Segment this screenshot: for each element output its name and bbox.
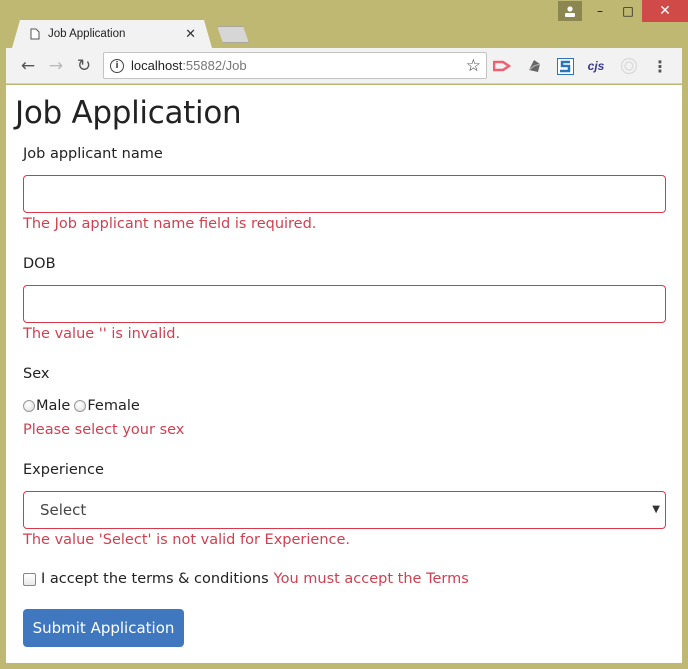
name-error: The Job applicant name field is required… xyxy=(23,216,317,232)
cjs-icon: cjs xyxy=(587,59,605,73)
close-window-button[interactable]: ✕ xyxy=(642,0,688,22)
extension-cjs[interactable]: cjs xyxy=(586,56,606,76)
dob-label: DOB xyxy=(23,256,56,272)
maximize-button[interactable]: □ xyxy=(614,0,642,22)
tab-close-icon[interactable]: ✕ xyxy=(185,27,196,42)
male-radio[interactable] xyxy=(23,400,35,412)
female-radio[interactable] xyxy=(74,400,87,412)
info-icon[interactable]: i xyxy=(110,58,124,73)
minimize-button[interactable]: – xyxy=(586,0,614,22)
bookmark-star-icon[interactable]: ☆ xyxy=(466,56,481,76)
person-icon xyxy=(565,5,575,17)
url-path: :55882/Job xyxy=(182,58,247,73)
s-logo-icon xyxy=(556,57,574,75)
dropdown-arrow-icon: ▼ xyxy=(652,504,660,515)
minimize-icon: – xyxy=(597,4,603,18)
sex-error: Please select your sex xyxy=(23,422,185,438)
sex-label: Sex xyxy=(23,366,50,382)
browser-tab[interactable]: Job Application ✕ xyxy=(12,20,212,48)
reload-icon: ↻ xyxy=(76,55,92,76)
extension-circle[interactable] xyxy=(619,56,639,76)
kebab-menu-icon: ⋮ xyxy=(652,56,668,76)
experience-select[interactable]: Select ▼ xyxy=(23,491,666,529)
dob-error: The value '' is invalid. xyxy=(23,326,181,342)
page-icon xyxy=(30,28,40,40)
page-title: Job Application xyxy=(15,95,242,131)
url-host: localhost xyxy=(131,58,183,73)
browser-toolbar: ← → ↻ i localhost:55882/Job ☆ cjs ⋮ xyxy=(6,48,682,84)
applicant-name-input[interactable] xyxy=(23,175,666,213)
terms-checkbox[interactable] xyxy=(23,572,36,586)
window-controls: – □ ✕ xyxy=(586,0,688,22)
tab-title: Job Application xyxy=(48,28,126,40)
profile-button[interactable] xyxy=(558,1,582,21)
terms-label[interactable]: I accept the terms & conditions xyxy=(41,571,269,587)
browser-menu-button[interactable]: ⋮ xyxy=(650,56,670,76)
forward-button[interactable]: → xyxy=(42,52,70,80)
female-label[interactable]: Female xyxy=(87,398,139,414)
close-icon: ✕ xyxy=(659,3,671,19)
extension-red-arrow[interactable] xyxy=(492,56,512,76)
page-content: Job Application Job applicant name The J… xyxy=(6,85,682,663)
reload-button[interactable]: ↻ xyxy=(70,52,98,80)
address-bar[interactable]: i localhost:55882/Job ☆ xyxy=(103,52,487,79)
extension-s[interactable] xyxy=(555,56,575,76)
back-arrow-icon: ← xyxy=(20,55,36,76)
circle-target-icon xyxy=(620,57,638,75)
gray-extension-icon xyxy=(528,60,541,72)
experience-label: Experience xyxy=(23,462,104,478)
dob-input[interactable] xyxy=(23,285,666,323)
red-arrow-icon xyxy=(493,60,511,72)
name-label: Job applicant name xyxy=(23,146,163,162)
male-label[interactable]: Male xyxy=(36,398,70,414)
back-button[interactable]: ← xyxy=(14,52,42,80)
experience-selected-value: Select xyxy=(40,501,87,519)
sex-radio-group: Male Female xyxy=(23,398,140,414)
url-text: localhost:55882/Job xyxy=(131,58,247,73)
new-tab-button[interactable] xyxy=(217,26,249,43)
terms-error: You must accept the Terms xyxy=(273,571,469,587)
forward-arrow-icon: → xyxy=(48,55,64,76)
terms-row: I accept the terms & conditions You must… xyxy=(23,571,469,587)
submit-application-button[interactable]: Submit Application xyxy=(23,609,184,647)
extension-gray[interactable] xyxy=(524,56,544,76)
maximize-icon: □ xyxy=(622,4,634,18)
experience-error: The value 'Select' is not valid for Expe… xyxy=(23,532,351,548)
